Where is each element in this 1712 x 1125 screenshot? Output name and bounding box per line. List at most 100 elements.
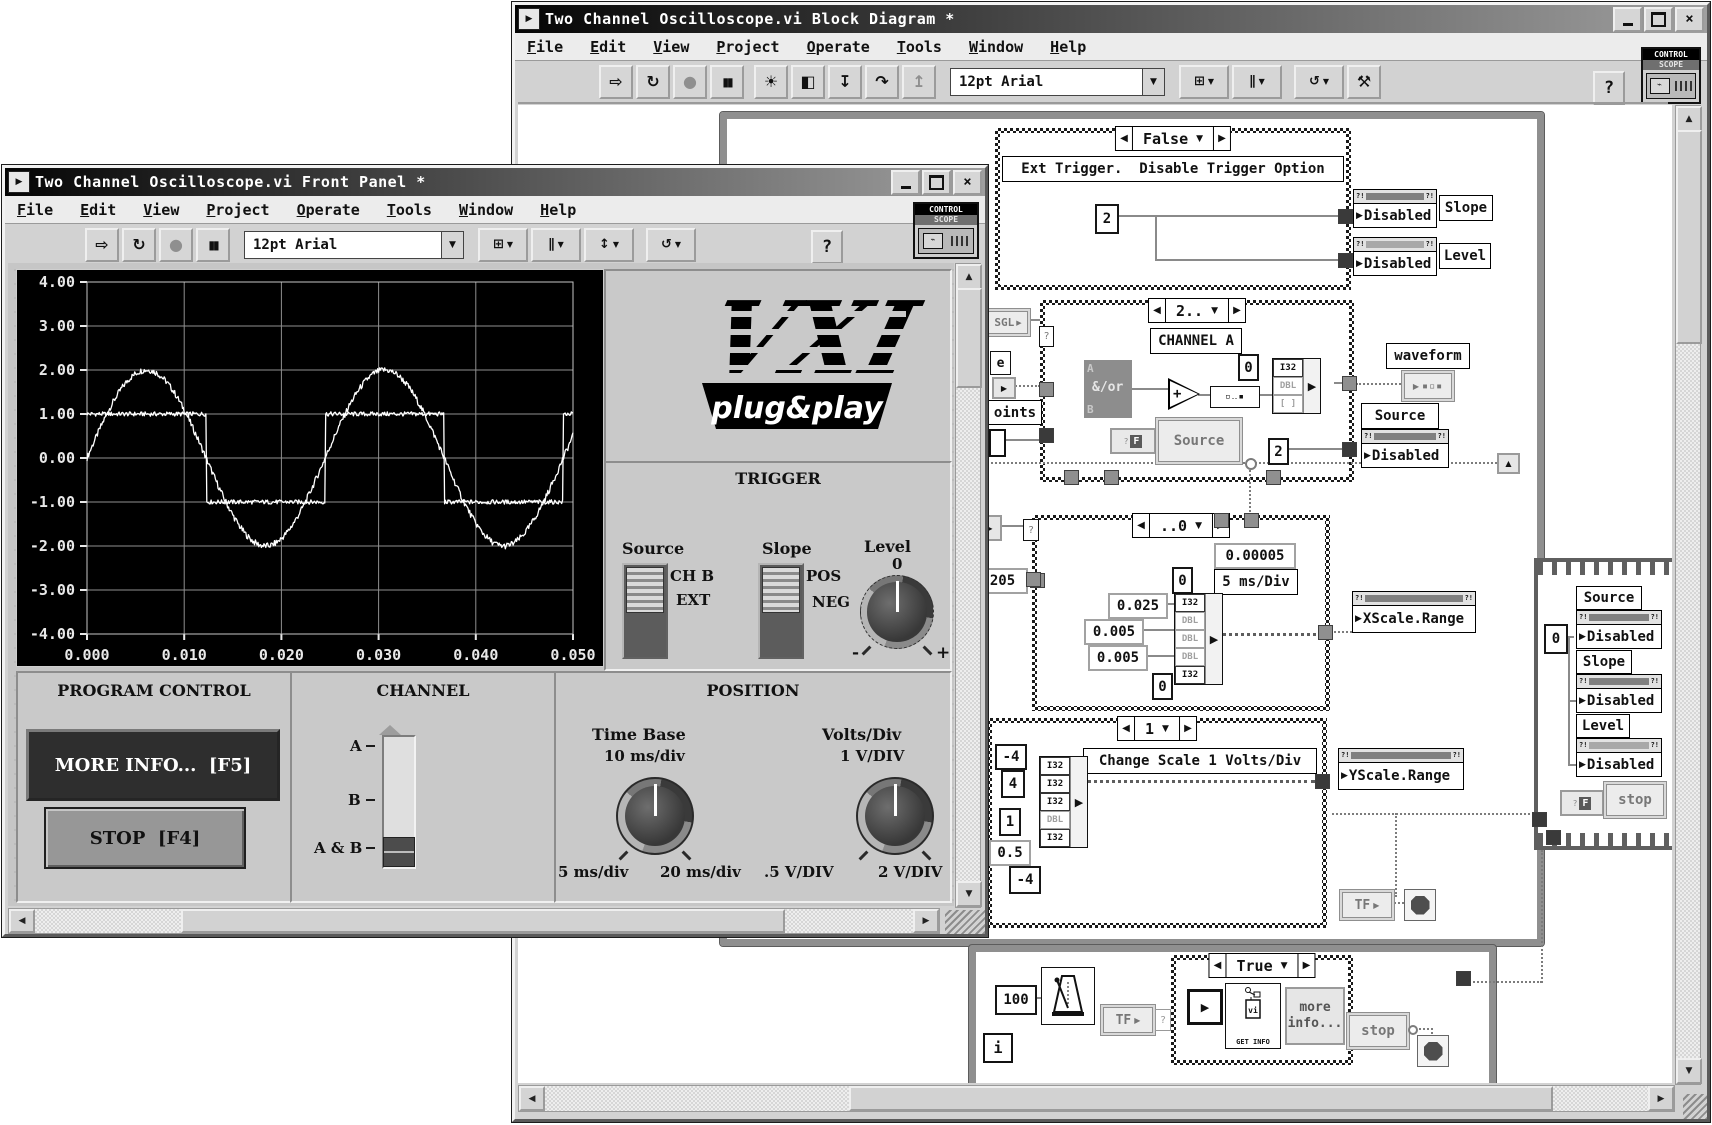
constant-0025[interactable]: 0.025 [1108, 593, 1168, 619]
menu-file[interactable]: File [527, 38, 563, 56]
case-selector-trigger[interactable]: ◀ False▼ ▶ [1115, 126, 1231, 151]
case-structure-channel[interactable]: ◀ 2..▼ ▶ CHANNEL A A &/or B + ▫‥▪ 0 I32 … [1040, 300, 1354, 482]
pause-button[interactable]: ▮▮ [710, 65, 744, 99]
maximize-button[interactable] [1644, 7, 1673, 32]
run-button[interactable]: ⇨ [599, 65, 633, 99]
menu-tools[interactable]: Tools [897, 38, 942, 56]
open-vi-reference-icon[interactable]: ▶ [1187, 989, 1223, 1025]
seq-property-level-disabled[interactable]: ?!?! ▶Disabled [1576, 738, 1662, 777]
maximize-button[interactable] [922, 170, 951, 195]
waveform-graph[interactable]: 4.003.002.001.000.00-1.00-2.00-3.00-4.00… [16, 269, 604, 667]
partial-terminal-sgl[interactable]: SGL▶ [988, 311, 1028, 334]
menu-edit[interactable]: Edit [590, 38, 626, 56]
menu-file[interactable]: File [17, 201, 53, 219]
abort-button[interactable]: ● [673, 65, 707, 99]
block-diagram-titlebar[interactable]: ▶ Two Channel Oscilloscope.vi Block Diag… [515, 5, 1707, 33]
case-structure-trigger[interactable]: ◀ False▼ ▶ Ext Trigger. Disable Trigger … [995, 128, 1351, 290]
close-button[interactable]: × [1675, 7, 1704, 32]
stop-button[interactable]: STOP [F4] [44, 807, 246, 869]
constant-neg4-b[interactable]: -4 [1009, 866, 1041, 894]
sequence-constant-0[interactable]: 0 [1544, 624, 1568, 654]
constant-4[interactable]: 4 [1001, 770, 1025, 798]
more-info-button[interactable]: MORE INFO... [F5] [26, 729, 280, 801]
case-structure-more-info[interactable]: ◀ True▼ ▶ ▶ vi GET INFO more info... [1171, 955, 1353, 1065]
constant-05[interactable]: 0.5 [989, 840, 1031, 866]
constant-2-source[interactable]: 2 [1268, 438, 1289, 465]
vi-icon-badge[interactable]: CONTROL SCOPE ⌁ [913, 202, 979, 259]
font-selector[interactable]: 12pt Arial ▼ [950, 68, 1165, 96]
constant-100[interactable]: 100 [995, 985, 1037, 1015]
property-node-slope-disabled[interactable]: ?!?! ▶Disabled [1353, 189, 1437, 228]
constant-0[interactable]: 0 [1238, 354, 1259, 381]
wait-ms-metronome-icon[interactable] [1041, 967, 1095, 1025]
partial-terminal-arrow-1[interactable]: ▶ [992, 377, 1016, 399]
distribute-objects-dropdown[interactable]: ∥▼ [531, 228, 581, 262]
align-objects-dropdown[interactable]: ⊞▼ [1179, 65, 1229, 99]
property-node-yscale-range[interactable]: ?!?! ▶YScale.Range [1338, 748, 1464, 790]
case-selector-yscale[interactable]: ◀ 1▼ ▶ [1117, 716, 1197, 741]
resize-objects-dropdown[interactable]: ↕▼ [584, 228, 634, 262]
menu-project[interactable]: Project [716, 38, 779, 56]
bd-horizontal-scrollbar[interactable]: ◀ ▶ [518, 1085, 1675, 1112]
bd-vertical-scrollbar[interactable]: ▲ ▼ [1675, 105, 1701, 1085]
local-variable-source[interactable]: Source [1158, 420, 1240, 462]
waveform-indicator-terminal[interactable]: ▶▪▫▪ [1404, 373, 1452, 399]
fp-vertical-scrollbar[interactable]: ▲ ▼ [955, 263, 981, 908]
menu-help[interactable]: Help [540, 201, 576, 219]
add-node[interactable]: + [1168, 378, 1200, 410]
menu-tools[interactable]: Tools [387, 201, 432, 219]
abort-button[interactable]: ● [159, 228, 193, 262]
loop-condition-terminal-timing[interactable] [1417, 1035, 1449, 1067]
menu-window[interactable]: Window [459, 201, 513, 219]
and-or-select-node[interactable]: A &/or B [1084, 360, 1132, 418]
string-constant-more-info[interactable]: more info... [1285, 987, 1345, 1045]
get-info-vi-icon[interactable]: vi GET INFO [1225, 983, 1281, 1049]
close-button[interactable]: × [953, 170, 982, 195]
run-continuous-button[interactable]: ↻ [122, 228, 156, 262]
trigger-slope-switch[interactable] [758, 563, 804, 659]
vi-icon-badge[interactable]: CONTROL SCOPE ⌁ [1641, 47, 1701, 104]
constant-0005b[interactable]: 0.005 [1088, 645, 1148, 671]
cleanup-diagram-button[interactable]: ⚒ [1347, 65, 1381, 99]
run-button[interactable]: ⇨ [85, 228, 119, 262]
fp-horizontal-scrollbar[interactable]: ◀ ▶ [8, 908, 940, 934]
distribute-objects-dropdown[interactable]: ∥▼ [1232, 65, 1282, 99]
constant-1[interactable]: 1 [999, 808, 1021, 836]
bundle-node-waveform[interactable]: I32 DBL [ ] ▶ [1272, 358, 1321, 414]
fp-resize-grip[interactable] [945, 910, 985, 934]
seq-boolean-false[interactable]: ?F [1560, 790, 1604, 816]
case-structure-yscale[interactable]: ◀ 1▼ ▶ Change Scale 1 Volts/Div -4 4 1 0… [987, 718, 1327, 928]
property-node-level-disabled[interactable]: ?!?! ▶Disabled [1353, 237, 1437, 276]
menu-help[interactable]: Help [1050, 38, 1086, 56]
highlight-execution-button[interactable]: ☀ [754, 65, 788, 99]
property-node-xscale-range[interactable]: ?!?! ▶XScale.Range [1352, 591, 1476, 633]
menu-window[interactable]: Window [969, 38, 1023, 56]
case-selector-more-info[interactable]: ◀ True▼ ▶ [1208, 953, 1315, 978]
menu-view[interactable]: View [143, 201, 179, 219]
constant-neg4-a[interactable]: -4 [995, 744, 1027, 770]
case-selector-channel[interactable]: ◀ 2..▼ ▶ [1148, 298, 1246, 323]
context-help-button[interactable]: ? [811, 230, 843, 264]
volts-div-knob[interactable] [856, 777, 934, 855]
trigger-level-knob[interactable] [860, 575, 934, 649]
step-out-button[interactable]: ↥ [902, 65, 936, 99]
font-selector[interactable]: 12pt Arial ▼ [244, 231, 464, 259]
local-variable-stop-timing[interactable]: stop [1349, 1015, 1407, 1047]
context-help-button[interactable]: ? [1593, 71, 1625, 105]
align-objects-dropdown[interactable]: ⊞▼ [478, 228, 528, 262]
menu-view[interactable]: View [653, 38, 689, 56]
boolean-false-constant[interactable]: ?F [1110, 428, 1156, 454]
seq-property-slope-disabled[interactable]: ?!?! ▶Disabled [1576, 674, 1662, 713]
menu-edit[interactable]: Edit [80, 201, 116, 219]
front-panel-titlebar[interactable]: ▶ Two Channel Oscilloscope.vi Front Pane… [5, 168, 985, 196]
bundle-node-xscale[interactable]: I32 DBL DBL DBL I32 ▶ [1174, 593, 1223, 685]
local-variable-tf-main[interactable]: TF▶ [1342, 892, 1392, 918]
step-into-button[interactable]: ↧ [828, 65, 862, 99]
minimize-button[interactable] [1613, 7, 1642, 32]
property-node-source-disabled[interactable]: ?!?! ▶Disabled [1361, 429, 1449, 468]
loop-condition-terminal-main[interactable] [1404, 889, 1436, 921]
time-base-knob[interactable] [616, 777, 694, 855]
trigger-source-switch[interactable] [622, 563, 668, 659]
constant-zero-bottom[interactable]: 0 [1152, 673, 1173, 700]
iteration-terminal[interactable]: i [983, 1033, 1013, 1063]
